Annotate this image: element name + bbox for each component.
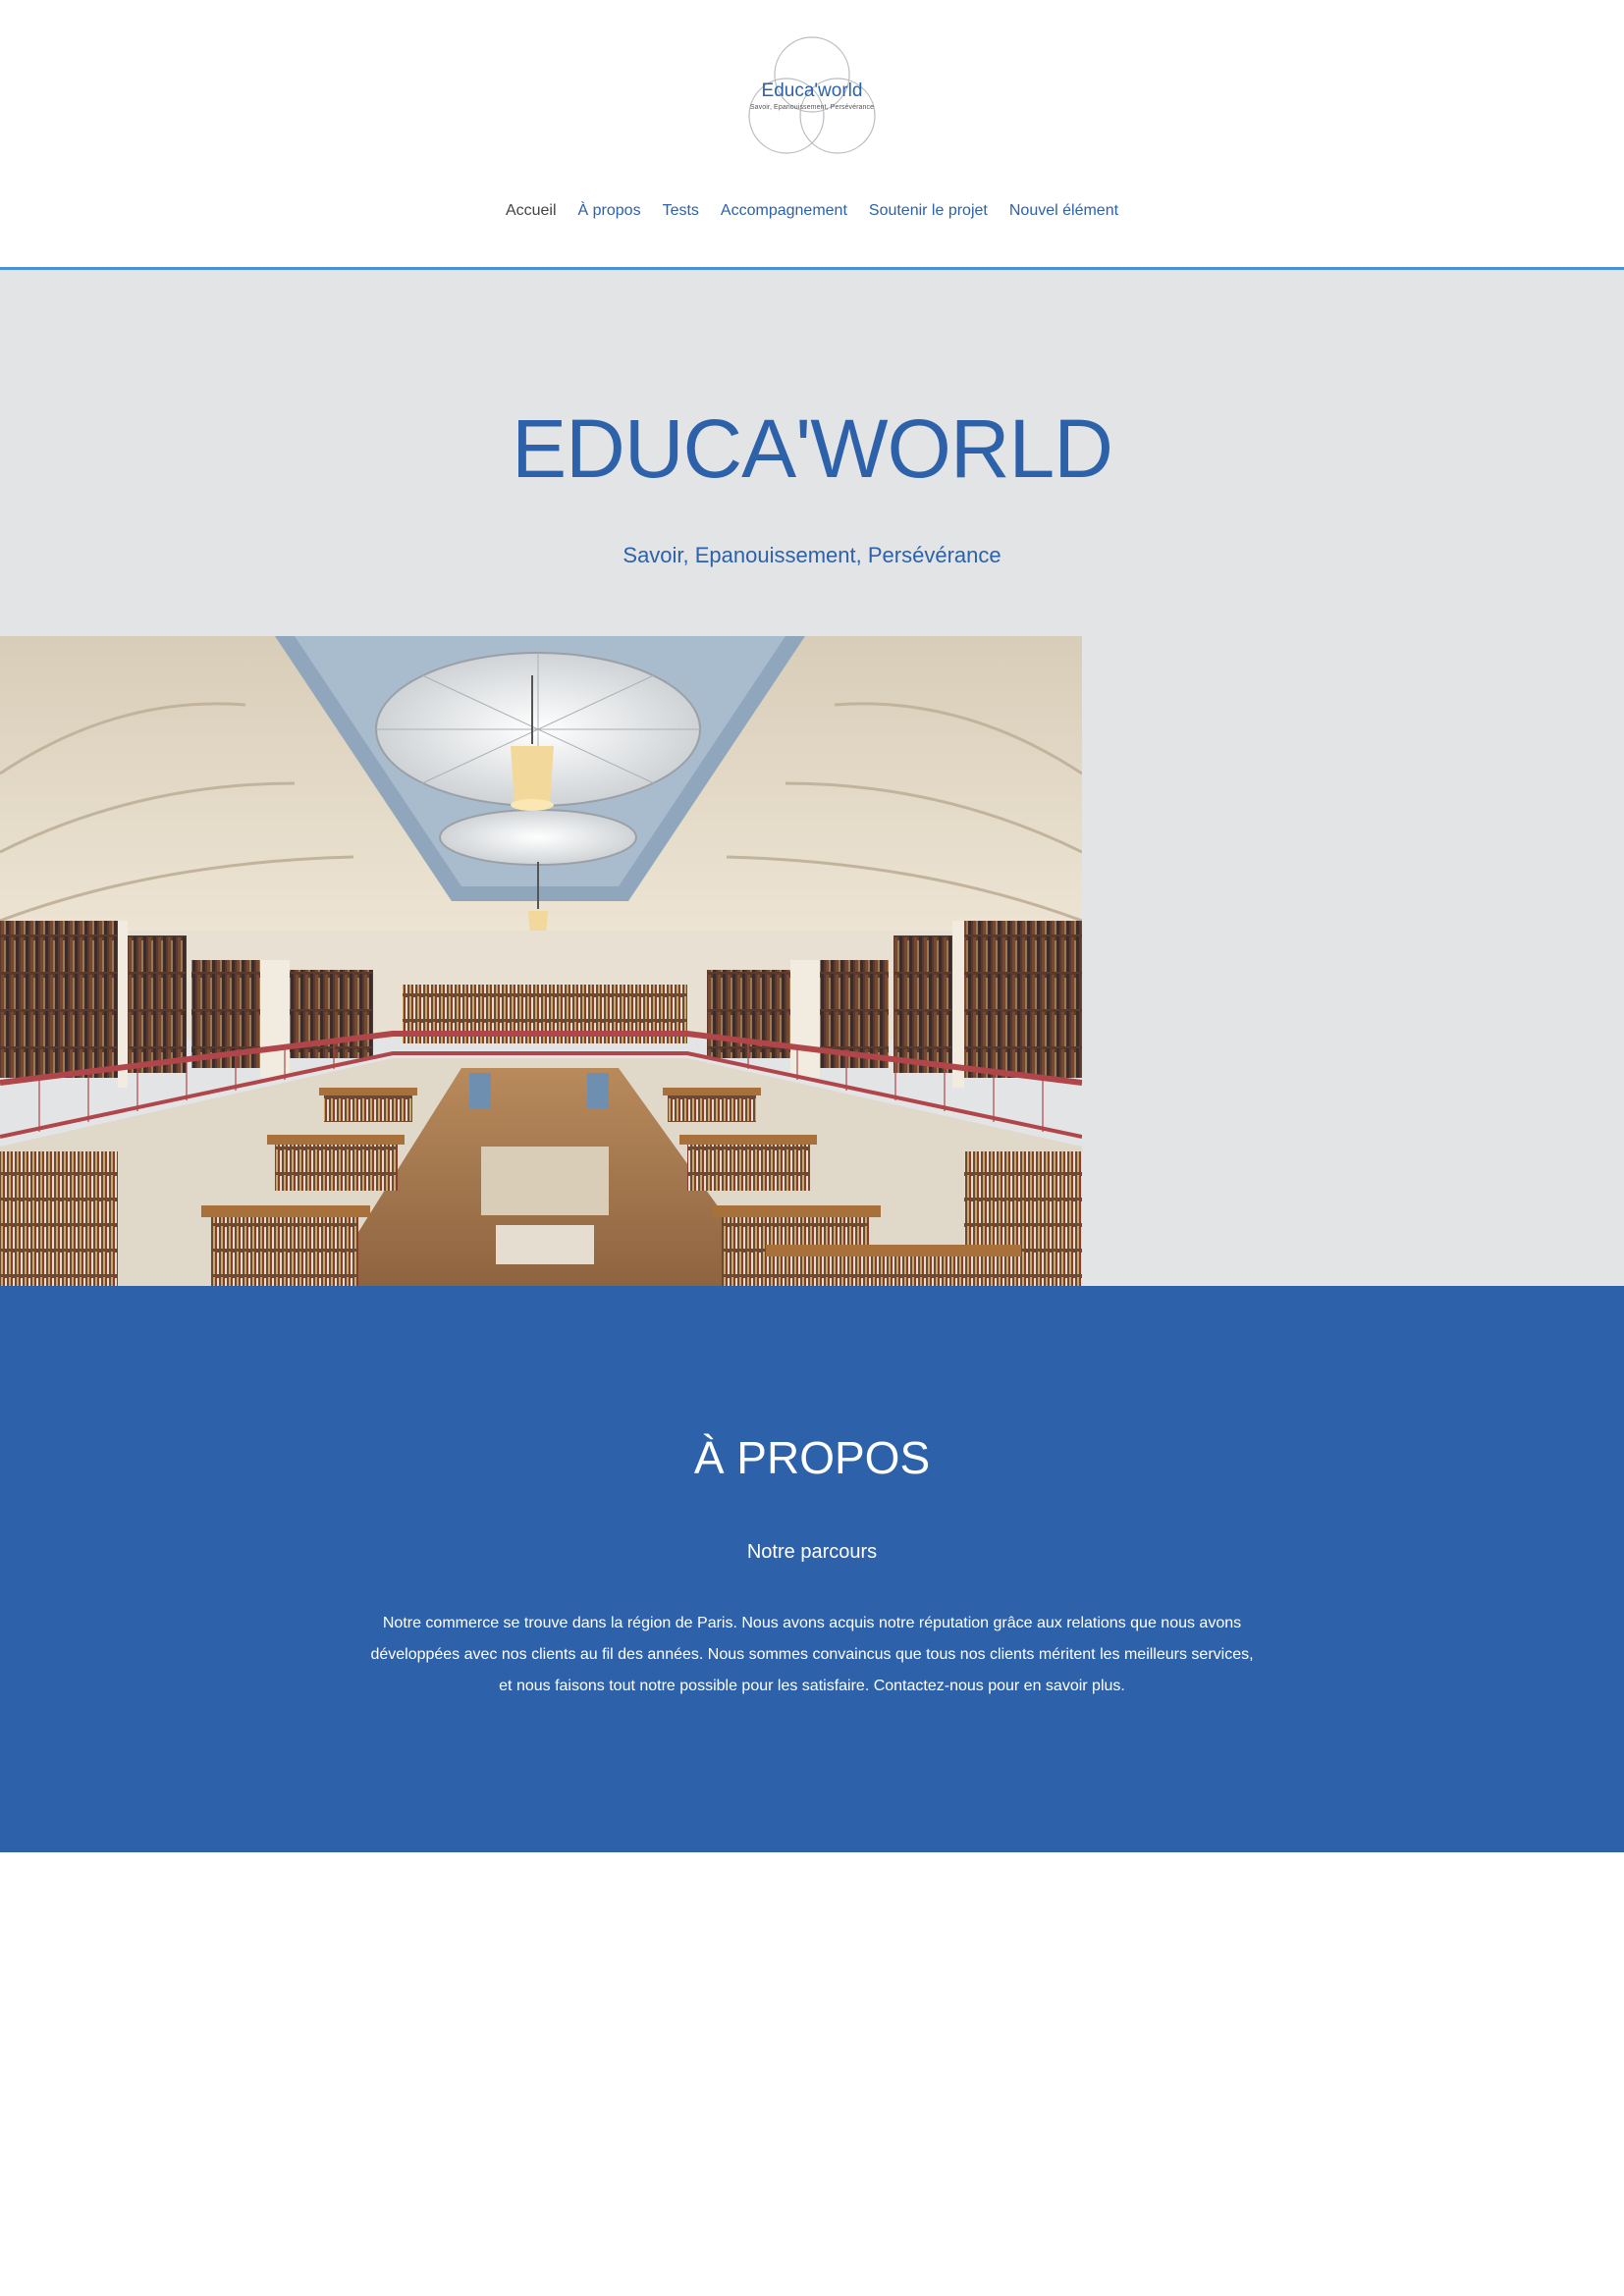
library-interior-illustration [0, 636, 1082, 1287]
hero-section: EDUCA'WORLD Savoir, Epanouissement, Pers… [0, 270, 1624, 1287]
nav-item-a-propos[interactable]: À propos [578, 202, 641, 220]
logo-title: Educa'world [761, 80, 863, 101]
hero-subtitle: Savoir, Epanouissement, Persévérance [623, 543, 1001, 567]
nav-item-soutenir-le-projet[interactable]: Soutenir le projet [869, 202, 988, 220]
about-subtitle: Notre parcours [746, 1541, 878, 1563]
main-nav: Accueil À propos Tests Accompagnement So… [0, 202, 1624, 220]
about-title: À PROPOS [693, 1432, 931, 1483]
hero-title: EDUCA'WORLD [512, 402, 1113, 495]
logo-tagline: Savoir, Epanouissement, Persévérance [749, 104, 875, 111]
nav-item-nouvel-element[interactable]: Nouvel élément [1009, 202, 1118, 220]
hero-library-image [0, 636, 1082, 1287]
nav-item-accompagnement[interactable]: Accompagnement [721, 202, 847, 220]
nav-item-accueil[interactable]: Accueil [506, 202, 557, 220]
about-paragraph: Notre commerce se trouve dans la région … [370, 1615, 1254, 1694]
site-header: Educa'world Savoir, Epanouissement, Pers… [0, 0, 1624, 270]
nav-item-tests[interactable]: Tests [663, 202, 699, 220]
about-section: À PROPOS Notre parcours Notre commerce s… [0, 1286, 1624, 1852]
site-logo[interactable]: Educa'world Savoir, Epanouissement, Pers… [738, 29, 886, 165]
